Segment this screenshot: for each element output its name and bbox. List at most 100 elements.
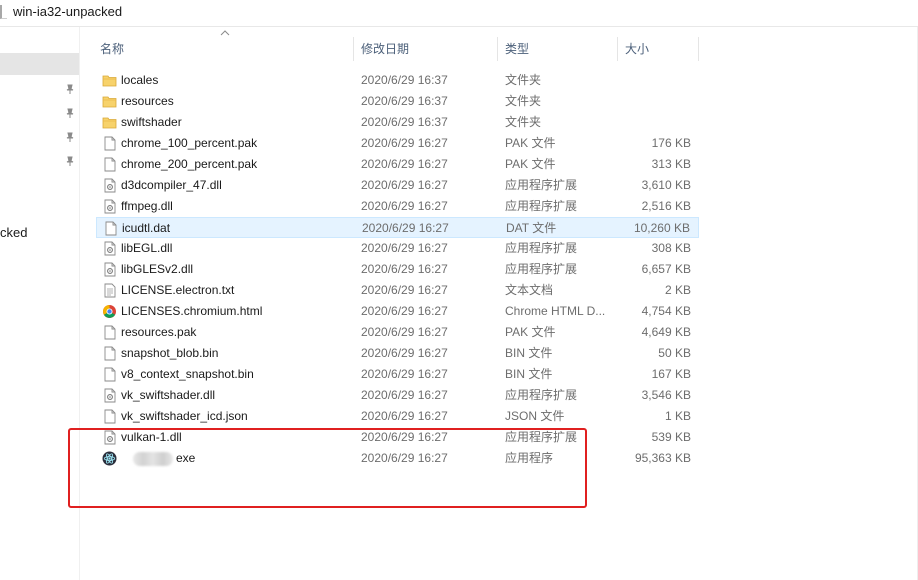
file-icon [102, 409, 117, 424]
file-size: 2,516 KB [641, 199, 691, 213]
dll-icon [102, 388, 117, 403]
column-date-header[interactable]: 修改日期 [361, 37, 409, 61]
window-title: win-ia32-unpacked [13, 4, 123, 19]
nav-item-label[interactable]: cked [0, 225, 27, 240]
file-row[interactable]: vk_swiftshader_icd.json 2020/6/29 16:27 JS… [96, 406, 699, 427]
file-type: 应用程序扩展 [505, 388, 578, 402]
file-name[interactable]: locales [121, 70, 158, 91]
file-row[interactable]: icudtl.dat 2020/6/29 16:27 DAT 文件 10,260 KB [96, 217, 699, 238]
file-size: 4,754 KB [641, 304, 691, 318]
sort-ascending-icon [220, 30, 230, 36]
file-name[interactable]: LICENSE.electron.txt [121, 280, 234, 301]
file-name[interactable]: ffmpeg.dll [121, 196, 173, 217]
file-row[interactable]: v8_context_snapshot.bin 2020/6/29 16:27 BI… [96, 364, 699, 385]
file-row[interactable]: vk_swiftshader.dll 2020/6/29 16:27 应用程序扩展 3… [96, 385, 699, 406]
column-header-row: 名称 修改日期 类型 大小 [80, 30, 918, 61]
file-row[interactable]: locales 2020/6/29 16:37 文件夹 [96, 70, 699, 91]
file-type: BIN 文件 [505, 346, 553, 360]
file-name[interactable]: snapshot_blob.bin [121, 343, 218, 364]
file-size: 313 KB [651, 157, 691, 171]
file-name[interactable]: libGLESv2.dll [121, 259, 193, 280]
column-size-header[interactable]: 大小 [625, 37, 649, 61]
file-size: 3,610 KB [641, 178, 691, 192]
file-name[interactable]: d3dcompiler_47.dll [121, 175, 222, 196]
file-name[interactable]: swiftshader [121, 112, 182, 133]
file-type: PAK 文件 [505, 136, 556, 150]
file-row[interactable]: ffmpeg.dll 2020/6/29 16:27 应用程序扩展 2,516 KB [96, 196, 699, 217]
file-modified-date: 2020/6/29 16:27 [361, 199, 448, 213]
file-modified-date: 2020/6/29 16:27 [361, 241, 448, 255]
file-modified-date: 2020/6/29 16:27 [361, 409, 448, 423]
pin-icon[interactable] [64, 155, 76, 167]
file-row[interactable]: libEGL.dll 2020/6/29 16:27 应用程序扩展 308 KB [96, 238, 699, 259]
file-modified-date: 2020/6/29 16:27 [361, 178, 448, 192]
file-name[interactable]: libEGL.dll [121, 238, 172, 259]
file-row[interactable]: resources 2020/6/29 16:37 文件夹 [96, 91, 699, 112]
window-icon [0, 5, 7, 19]
file-type: 文件夹 [505, 73, 542, 87]
column-separator[interactable] [617, 37, 618, 61]
file-row[interactable]: resources.pak 2020/6/29 16:27 PAK 文件 4,649 … [96, 322, 699, 343]
file-type: PAK 文件 [505, 325, 556, 339]
pin-icon[interactable] [64, 107, 76, 119]
column-separator[interactable] [497, 37, 498, 61]
dll-icon [102, 241, 117, 256]
file-icon [102, 367, 117, 382]
dll-icon [102, 262, 117, 277]
column-separator[interactable] [698, 37, 699, 61]
column-type-header[interactable]: 类型 [505, 37, 529, 61]
file-icon [102, 136, 117, 151]
file-name[interactable]: chrome_200_percent.pak [121, 154, 257, 175]
file-size: 95,363 KB [634, 451, 691, 465]
file-icon [102, 346, 117, 361]
file-name[interactable]: LICENSES.chromium.html [121, 301, 262, 322]
file-type: 应用程序扩展 [505, 262, 578, 276]
file-type: 文件夹 [505, 94, 542, 108]
title-bar: win-ia32-unpacked [0, 0, 918, 26]
file-name[interactable]: resources.pak [121, 322, 196, 343]
file-modified-date: 2020/6/29 16:27 [361, 262, 448, 276]
column-separator[interactable] [353, 37, 354, 61]
file-name[interactable]: v8_context_snapshot.bin [121, 364, 254, 385]
column-name-header[interactable]: 名称 [100, 37, 124, 61]
file-name[interactable]: chrome_100_percent.pak [121, 133, 257, 154]
file-row[interactable]: LICENSES.chromium.html 2020/6/29 16:27 Chr… [96, 301, 699, 322]
file-row[interactable]: swiftshader 2020/6/29 16:37 文件夹 [96, 112, 699, 133]
file-modified-date: 2020/6/29 16:37 [361, 73, 448, 87]
file-type: BIN 文件 [505, 367, 553, 381]
pin-icon[interactable] [64, 131, 76, 143]
file-modified-date: 2020/6/29 16:27 [361, 388, 448, 402]
file-icon [103, 221, 118, 236]
file-row[interactable]: d3dcompiler_47.dll 2020/6/29 16:27 应用程序扩展 3… [96, 175, 699, 196]
file-type: Chrome HTML D... [505, 304, 606, 318]
file-name[interactable]: resources [121, 91, 174, 112]
file-modified-date: 2020/6/29 16:27 [361, 367, 448, 381]
file-type: PAK 文件 [505, 157, 556, 171]
file-modified-date: 2020/6/29 16:27 [361, 283, 448, 297]
file-modified-date: 2020/6/29 16:37 [361, 94, 448, 108]
file-row[interactable]: chrome_200_percent.pak 2020/6/29 16:27 PAK… [96, 154, 699, 175]
text-file-icon [102, 283, 117, 298]
file-modified-date: 2020/6/29 16:27 [361, 136, 448, 150]
file-size: 176 KB [651, 136, 691, 150]
folder-icon [102, 115, 117, 130]
file-size: 4,649 KB [641, 325, 691, 339]
file-icon [102, 157, 117, 172]
file-row[interactable]: libGLESv2.dll 2020/6/29 16:27 应用程序扩展 6,657 … [96, 259, 699, 280]
folder-icon [102, 94, 117, 109]
file-name[interactable]: vk_swiftshader.dll [121, 385, 215, 406]
file-name[interactable]: icudtl.dat [122, 218, 170, 239]
file-size: 10,260 KB [633, 221, 690, 235]
file-size: 3,546 KB [641, 388, 691, 402]
chrome-icon [102, 304, 117, 319]
file-type: 应用程序扩展 [505, 241, 578, 255]
file-row[interactable]: chrome_100_percent.pak 2020/6/29 16:27 PAK… [96, 133, 699, 154]
file-size: 50 KB [658, 346, 691, 360]
file-row[interactable]: snapshot_blob.bin 2020/6/29 16:27 BIN 文件 50… [96, 343, 699, 364]
file-row[interactable]: LICENSE.electron.txt 2020/6/29 16:27 文本文档 2… [96, 280, 699, 301]
file-modified-date: 2020/6/29 16:27 [361, 325, 448, 339]
nav-item-selected[interactable] [0, 53, 79, 75]
file-name[interactable]: vk_swiftshader_icd.json [121, 406, 248, 427]
pin-icon[interactable] [64, 83, 76, 95]
file-modified-date: 2020/6/29 16:27 [362, 221, 449, 235]
